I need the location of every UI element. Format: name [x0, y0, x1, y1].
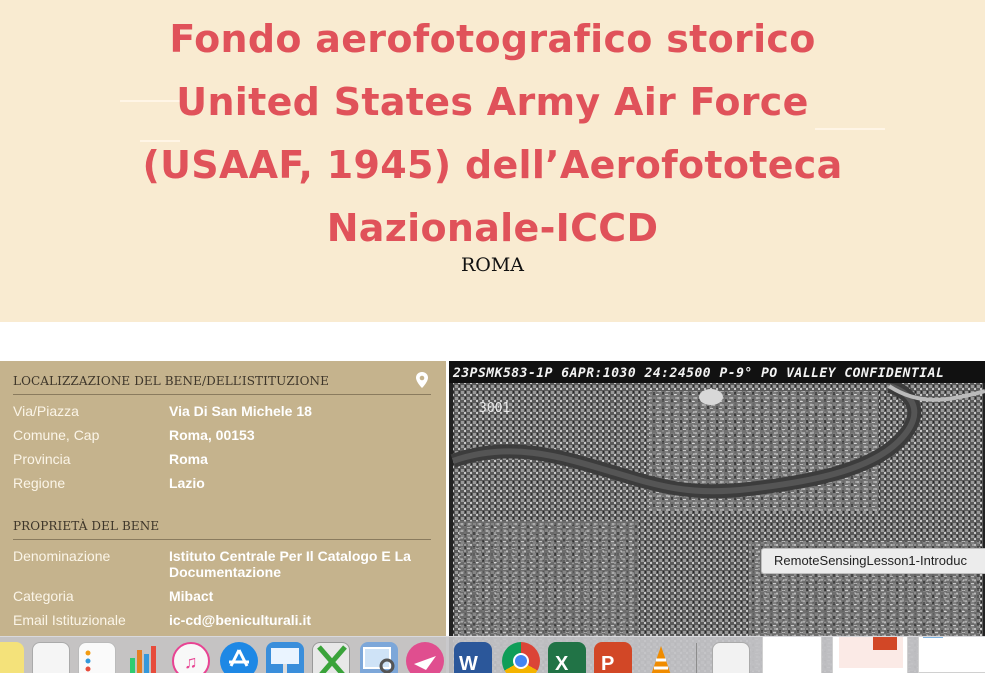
excel-icon[interactable]: X — [548, 642, 586, 673]
info-value: Roma — [169, 451, 208, 467]
info-row-category: Categoria Mibact — [13, 588, 432, 604]
info-key: Categoria — [13, 588, 74, 604]
aerial-photo: 23PSMK583-1P 6APR:1030 24:24500 P-9° PO … — [449, 361, 985, 673]
reminders-icon[interactable] — [78, 642, 116, 673]
info-key: Comune, Cap — [13, 427, 100, 443]
title-line: Nazionale-ICCD — [326, 206, 659, 250]
svg-text:W: W — [459, 653, 478, 673]
info-value: Roma, 00153 — [169, 427, 255, 443]
svg-text:X: X — [555, 653, 569, 673]
info-row-name: Denominazione Istituto Centrale Per Il C… — [13, 548, 432, 580]
aerial-photo-image — [449, 361, 985, 673]
header-wave-edge — [0, 312, 985, 321]
keynote-icon[interactable] — [266, 642, 304, 673]
svg-text:P: P — [601, 653, 614, 673]
file-tooltip: RemoteSensingLesson1-Introduc — [761, 548, 985, 574]
location-heading-text: LOCALIZZAZIONE DEL BENE/DELL’ISTITUZIONE — [13, 374, 329, 388]
page-title: Fondo aerofotografico storico United Sta… — [0, 8, 985, 260]
info-value: Istituto Centrale Per Il Catalogo E La D… — [169, 548, 411, 580]
macos-dock: ♫ W X P — [0, 636, 985, 673]
title-line: (USAAF, 1945) dell’Aerofototeca — [142, 143, 843, 187]
property-heading: PROPRIETÀ DEL BENE — [13, 519, 431, 540]
document-thumbnail[interactable] — [762, 637, 822, 673]
photo-banner-text: 23PSMK583-1P 6APR:1030 24:24500 P-9° PO … — [453, 366, 945, 381]
info-row-region: Regione Lazio — [13, 475, 432, 491]
document-icon[interactable] — [712, 642, 750, 673]
property-heading-text: PROPRIETÀ DEL BENE — [13, 519, 160, 533]
numbers-icon[interactable] — [124, 642, 162, 673]
info-key: Regione — [13, 475, 66, 491]
word-icon[interactable]: W — [454, 642, 492, 673]
vlc-icon[interactable] — [642, 642, 680, 673]
info-panel: LOCALIZZAZIONE DEL BENE/DELL’ISTITUZIONE… — [0, 361, 446, 673]
svg-text:♫: ♫ — [184, 652, 198, 672]
itunes-icon[interactable]: ♫ — [172, 642, 210, 673]
info-key: Denominazione — [13, 548, 111, 564]
info-row-street: Via/Piazza Via Di San Michele 18 — [13, 403, 432, 419]
email-link[interactable]: ic-cd@beniculturali.it — [169, 612, 424, 628]
title-line: Fondo aerofotografico storico — [169, 17, 816, 61]
notes-icon[interactable] — [0, 642, 24, 673]
photo-frame-number: 3001 — [479, 401, 511, 416]
map-pin-icon[interactable] — [415, 372, 429, 388]
title-line: United States Army Air Force — [176, 80, 809, 124]
page-header: Fondo aerofotografico storico United Sta… — [0, 0, 985, 322]
page-subtitle: ROMA — [460, 254, 525, 276]
dock-divider — [696, 643, 697, 673]
info-key: Email Istituzionale — [13, 612, 126, 628]
info-row-city: Comune, Cap Roma, 00153 — [13, 427, 432, 443]
info-value: Lazio — [169, 475, 205, 491]
xquartz-icon[interactable] — [312, 642, 350, 673]
info-row-email: Email Istituzionale ic-cd@beniculturali.… — [13, 612, 432, 628]
chrome-icon[interactable] — [502, 642, 540, 673]
info-value: Mibact — [169, 588, 214, 604]
preview-icon[interactable] — [360, 642, 398, 673]
slide-thumbnail[interactable] — [918, 637, 985, 673]
location-heading: LOCALIZZAZIONE DEL BENE/DELL’ISTITUZIONE — [13, 372, 431, 395]
presentation-thumbnail[interactable] — [832, 637, 908, 673]
app-store-icon[interactable] — [220, 642, 258, 673]
textedit-icon[interactable] — [32, 642, 70, 673]
powerpoint-icon[interactable]: P — [594, 642, 632, 673]
skitch-icon[interactable] — [406, 642, 444, 673]
info-row-province: Provincia Roma — [13, 451, 432, 467]
info-key: Via/Piazza — [13, 403, 79, 419]
info-value: Via Di San Michele 18 — [169, 403, 312, 419]
info-key: Provincia — [13, 451, 71, 467]
